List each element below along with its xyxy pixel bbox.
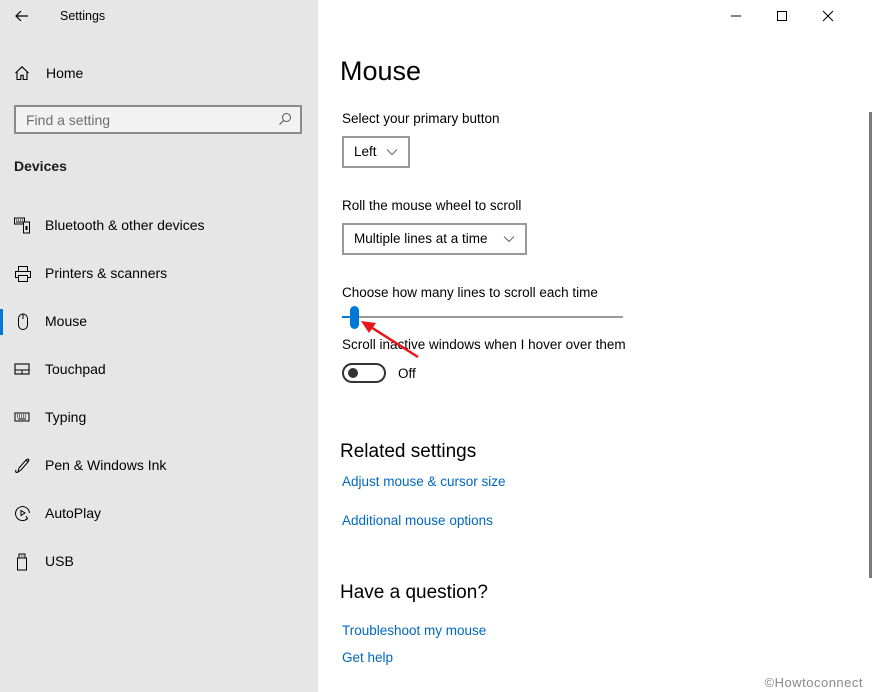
- printer-icon: [15, 266, 31, 282]
- inactive-scroll-toggle[interactable]: [342, 363, 386, 383]
- touchpad-icon: [14, 363, 30, 375]
- dropdown-value: Left: [354, 144, 377, 159]
- search-box[interactable]: [14, 105, 302, 134]
- minimize-icon: [731, 15, 741, 17]
- primary-button-label: Select your primary button: [342, 111, 500, 126]
- sidebar-item-label: Bluetooth & other devices: [45, 217, 205, 233]
- back-arrow-icon: [15, 10, 28, 22]
- sidebar-item-home[interactable]: Home: [0, 58, 318, 88]
- sidebar-item-typing[interactable]: Typing: [0, 397, 318, 437]
- chevron-down-icon: [386, 149, 398, 156]
- search-input[interactable]: [16, 107, 266, 132]
- close-icon: [822, 10, 834, 22]
- minimize-button[interactable]: [713, 0, 759, 32]
- lines-to-scroll-label: Choose how many lines to scroll each tim…: [342, 285, 598, 300]
- sidebar-item-label: Mouse: [45, 313, 88, 329]
- primary-button-dropdown[interactable]: Left: [342, 136, 410, 168]
- toggle-knob: [348, 368, 358, 378]
- mouse-icon: [18, 313, 28, 330]
- sidebar-item-usb[interactable]: USB: [0, 541, 318, 581]
- maximize-button[interactable]: [759, 0, 805, 32]
- close-button[interactable]: [805, 0, 851, 32]
- sidebar: Settings Home Devices Bluetooth & other …: [0, 0, 318, 692]
- sidebar-item-label: Typing: [45, 409, 87, 425]
- sidebar-item-pen[interactable]: Pen & Windows Ink: [0, 445, 318, 485]
- chevron-down-icon: [503, 236, 515, 243]
- related-settings-title: Related settings: [340, 441, 477, 462]
- app-title: Settings: [60, 9, 106, 23]
- additional-mouse-options-link[interactable]: Additional mouse options: [342, 513, 493, 528]
- sidebar-item-printers[interactable]: Printers & scanners: [0, 253, 318, 293]
- have-a-question-title: Have a question?: [340, 582, 488, 603]
- autoplay-icon: [15, 506, 30, 522]
- inactive-scroll-label: Scroll inactive windows when I hover ove…: [342, 337, 626, 352]
- slider-thumb[interactable]: [350, 306, 359, 329]
- sidebar-item-label: Touchpad: [45, 361, 106, 377]
- slider-track: [342, 316, 623, 318]
- sidebar-item-autoplay[interactable]: AutoPlay: [0, 493, 318, 533]
- home-icon: [15, 66, 29, 81]
- usb-icon: [17, 553, 27, 571]
- sidebar-item-mouse[interactable]: Mouse: [0, 301, 318, 341]
- selected-indicator: [0, 309, 3, 335]
- sidebar-item-label: AutoPlay: [45, 505, 102, 521]
- wheel-scroll-dropdown[interactable]: Multiple lines at a time: [342, 223, 527, 255]
- sidebar-item-bluetooth[interactable]: Bluetooth & other devices: [0, 205, 318, 245]
- back-button[interactable]: [8, 4, 36, 28]
- wheel-scroll-label: Roll the mouse wheel to scroll: [342, 198, 522, 213]
- lines-to-scroll-slider[interactable]: [342, 306, 623, 330]
- adjust-cursor-size-link[interactable]: Adjust mouse & cursor size: [342, 474, 506, 489]
- keyboard-icon: [14, 412, 30, 422]
- sidebar-item-label: USB: [45, 553, 74, 569]
- main-panel: Mouse Select your primary button Left Ro…: [318, 0, 873, 692]
- home-label: Home: [46, 65, 84, 81]
- toggle-state-label: Off: [398, 366, 416, 381]
- troubleshoot-link[interactable]: Troubleshoot my mouse: [342, 623, 486, 638]
- get-help-link[interactable]: Get help: [342, 650, 393, 665]
- sidebar-item-label: Printers & scanners: [45, 265, 168, 281]
- watermark: ©Howtoconnect: [764, 675, 863, 690]
- section-label-devices: Devices: [14, 158, 67, 174]
- scrollbar[interactable]: [869, 112, 872, 578]
- bluetooth-devices-icon: [14, 217, 30, 234]
- page-title: Mouse: [340, 56, 422, 86]
- pen-icon: [15, 458, 30, 474]
- dropdown-value: Multiple lines at a time: [354, 231, 488, 246]
- maximize-icon: [777, 11, 787, 21]
- sidebar-item-label: Pen & Windows Ink: [45, 457, 167, 473]
- search-icon[interactable]: [278, 112, 292, 126]
- sidebar-item-touchpad[interactable]: Touchpad: [0, 349, 318, 389]
